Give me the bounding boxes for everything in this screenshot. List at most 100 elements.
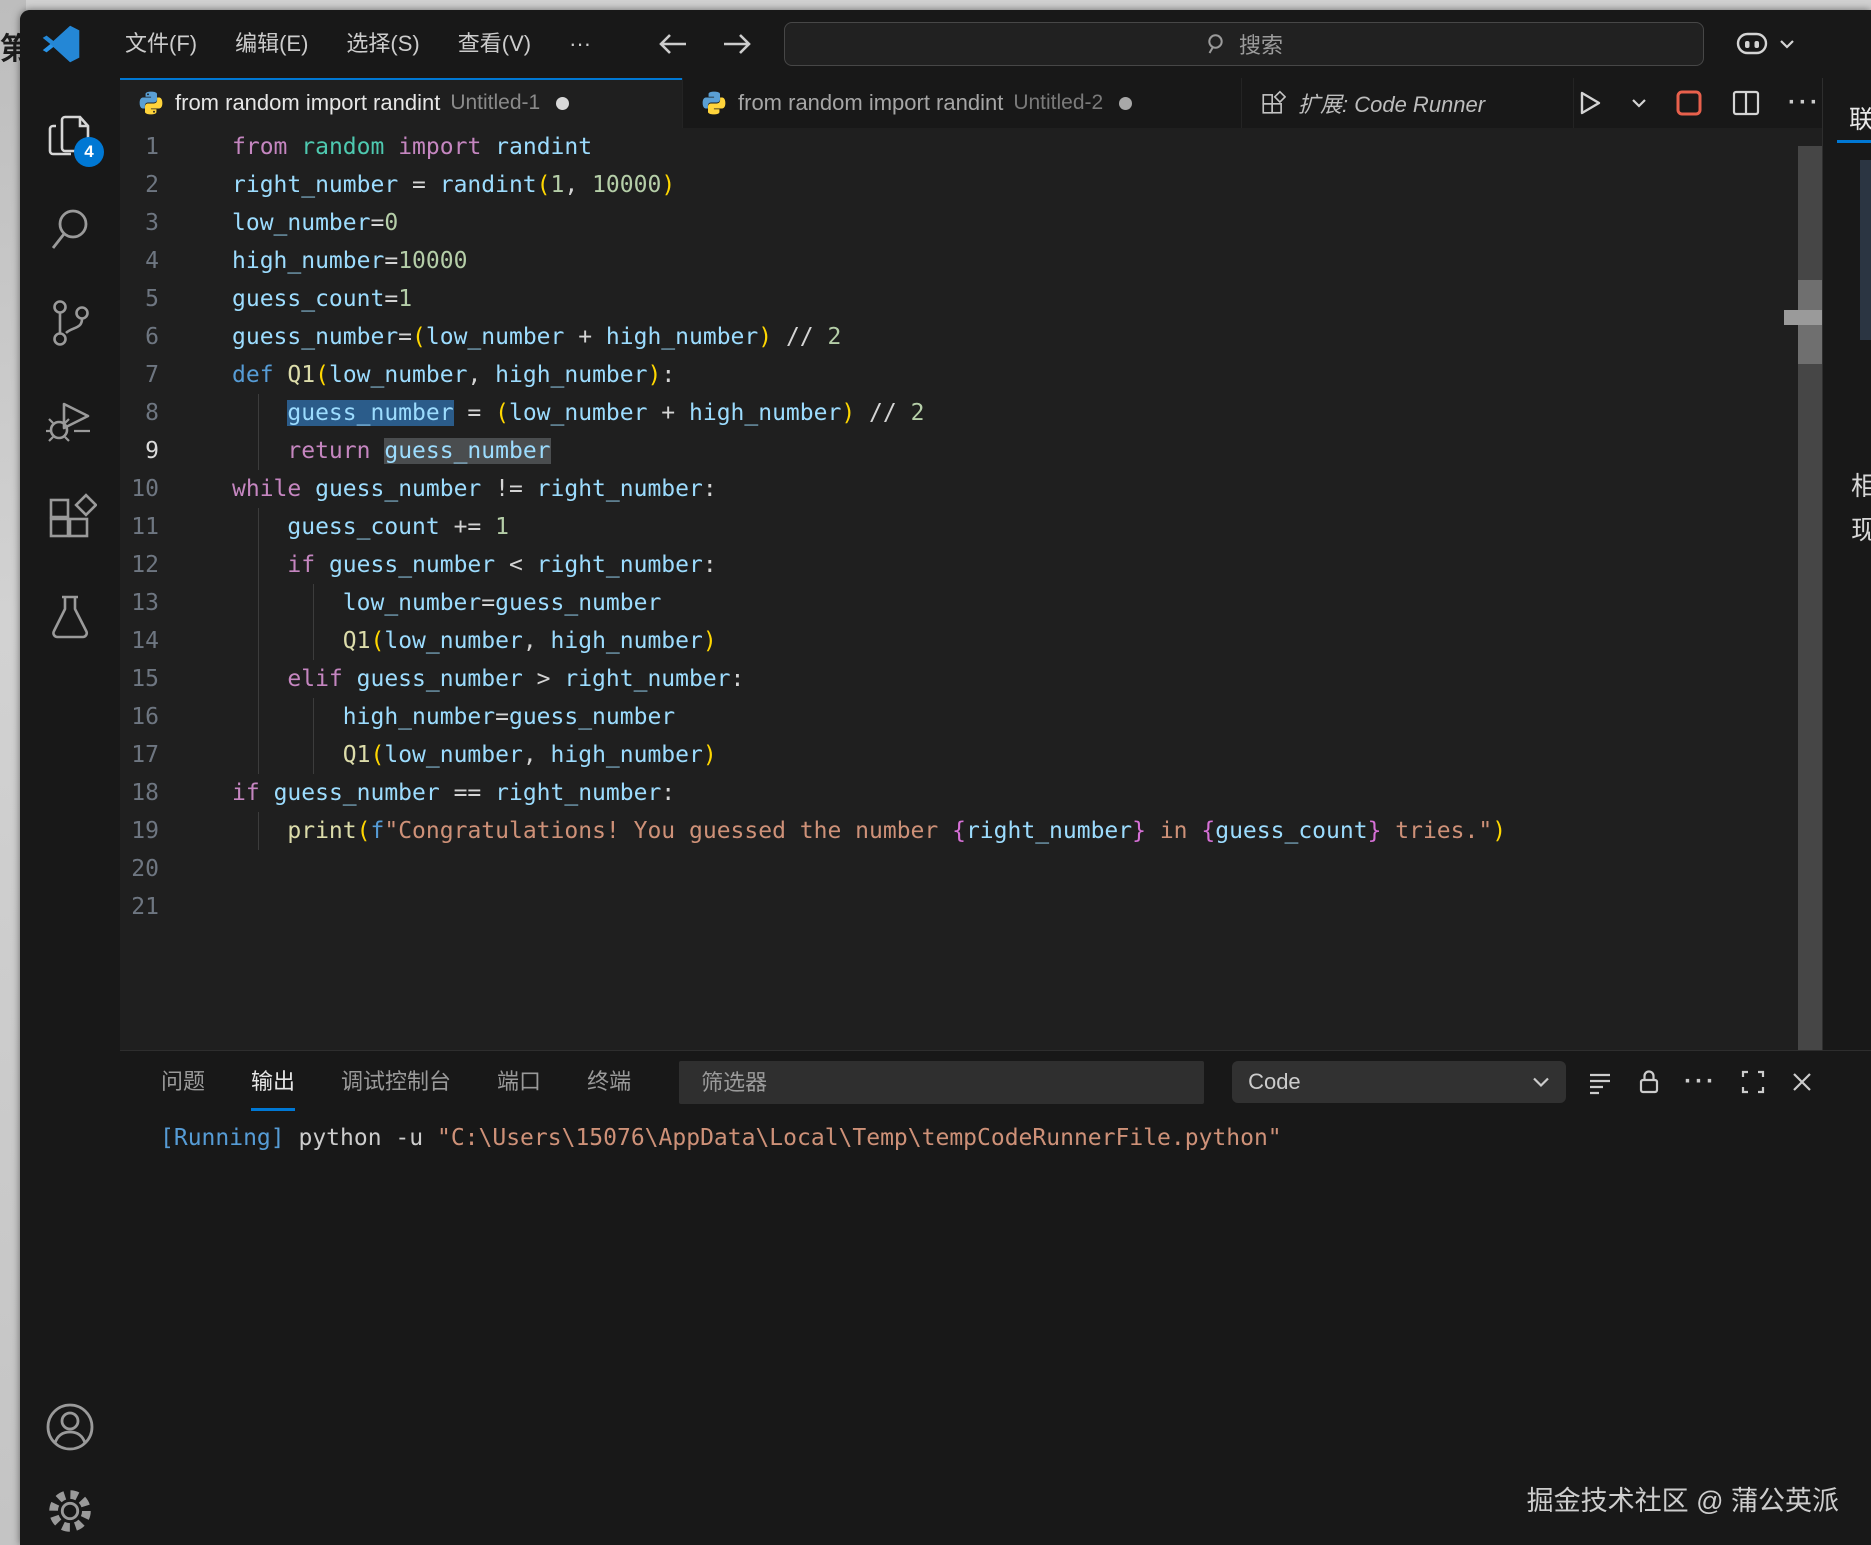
code-line[interactable]: 3low_number=0: [120, 204, 1822, 242]
code-lines: 1from random import randint2right_number…: [120, 128, 1822, 926]
code-line[interactable]: 14 Q1(low_number, high_number): [120, 622, 1822, 660]
menu-selection[interactable]: 选择(S): [327, 22, 438, 66]
extension-tab-icon: [1260, 90, 1286, 116]
copilot-button[interactable]: [1732, 28, 1796, 60]
secondary-partial-text: 相: [1851, 466, 1871, 503]
menu-more[interactable]: ···: [550, 22, 610, 66]
code-line[interactable]: 11 guess_count += 1: [120, 508, 1822, 546]
code-line[interactable]: 9 return guess_number: [120, 432, 1822, 470]
code-line[interactable]: 12 if guess_number < right_number:: [120, 546, 1822, 584]
indent-guide: [258, 812, 259, 850]
code-editor[interactable]: 1from random import randint2right_number…: [120, 128, 1822, 1050]
secondary-tab-active-underline: [1837, 140, 1871, 143]
forward-arrow-icon[interactable]: [720, 29, 754, 59]
modified-dot-icon[interactable]: [1119, 97, 1132, 110]
close-panel-icon[interactable]: [1789, 1069, 1815, 1095]
maximize-panel-icon[interactable]: [1739, 1068, 1767, 1096]
testing-icon[interactable]: [42, 588, 98, 646]
code-line[interactable]: 17 Q1(low_number, high_number): [120, 736, 1822, 774]
panel-header: 问题 输出 调试控制台 端口 终端 筛选器 Code ···: [120, 1051, 1871, 1113]
chevron-down-icon: [1778, 38, 1796, 50]
indent-guide: [313, 698, 314, 774]
menu-view[interactable]: 查看(V): [439, 22, 550, 66]
tab-untitled-1[interactable]: from random import randint Untitled-1: [120, 78, 683, 128]
code-line[interactable]: 5guess_count=1: [120, 280, 1822, 318]
chevron-down-icon: [1532, 1076, 1550, 1088]
output-channel-value: Code: [1248, 1069, 1532, 1095]
panel-tab-problems[interactable]: 问题: [161, 1051, 205, 1113]
run-code-button[interactable]: [1574, 88, 1604, 118]
run-dropdown-chevron-icon[interactable]: [1631, 97, 1647, 109]
line-number: 13: [120, 584, 182, 622]
line-number: 1: [120, 128, 182, 166]
code-line[interactable]: 15 elif guess_number > right_number:: [120, 660, 1822, 698]
code-line[interactable]: 2right_number = randint(1, 10000): [120, 166, 1822, 204]
code-line[interactable]: 10while guess_number != right_number:: [120, 470, 1822, 508]
explorer-icon[interactable]: 4: [42, 105, 98, 163]
settings-gear-icon[interactable]: [42, 1482, 98, 1540]
line-number: 9: [120, 432, 182, 470]
vscode-window: 文件(F) 编辑(E) 选择(S) 查看(V) ··· 搜索: [20, 10, 1871, 1545]
code-line[interactable]: 19 print(f"Congratulations! You guessed …: [120, 812, 1822, 850]
code-line[interactable]: 4high_number=10000: [120, 242, 1822, 280]
line-number: 6: [120, 318, 182, 356]
title-bar: 文件(F) 编辑(E) 选择(S) 查看(V) ··· 搜索: [20, 10, 1871, 78]
line-number: 19: [120, 812, 182, 850]
tab-untitled-2[interactable]: from random import randint Untitled-2: [683, 78, 1242, 128]
extensions-icon[interactable]: [42, 488, 98, 546]
vscode-logo-icon: [42, 25, 80, 63]
indent-guide: [258, 394, 259, 470]
menu-file[interactable]: 文件(F): [106, 22, 216, 66]
search-input[interactable]: 搜索: [784, 22, 1704, 66]
line-number: 17: [120, 736, 182, 774]
panel-tab-ports[interactable]: 端口: [497, 1051, 541, 1113]
code-line[interactable]: 13 low_number=guess_number: [120, 584, 1822, 622]
line-number: 4: [120, 242, 182, 280]
line-number: 10: [120, 470, 182, 508]
back-arrow-icon[interactable]: [656, 29, 690, 59]
output-channel-select[interactable]: Code: [1232, 1061, 1566, 1103]
tab-title: from random import randint: [175, 90, 440, 116]
code-line[interactable]: 16 high_number=guess_number: [120, 698, 1822, 736]
line-number: 11: [120, 508, 182, 546]
bottom-panel: 问题 输出 调试控制台 端口 终端 筛选器 Code ···: [120, 1050, 1871, 1545]
code-line[interactable]: 8 guess_number = (low_number + high_numb…: [120, 394, 1822, 432]
split-editor-button[interactable]: [1731, 88, 1761, 118]
code-line[interactable]: 1from random import randint: [120, 128, 1822, 166]
panel-tab-debug-console[interactable]: 调试控制台: [341, 1051, 451, 1113]
run-debug-icon[interactable]: [42, 389, 98, 447]
code-line[interactable]: 7def Q1(low_number, high_number):: [120, 356, 1822, 394]
output-filter-input[interactable]: 筛选器: [679, 1061, 1204, 1104]
account-icon[interactable]: [42, 1398, 98, 1456]
copilot-icon: [1732, 28, 1772, 60]
line-number: 2: [120, 166, 182, 204]
indent-guide: [313, 584, 314, 660]
secondary-tab[interactable]: 联: [1849, 100, 1871, 136]
lock-scroll-icon[interactable]: [1636, 1068, 1662, 1096]
secondary-editor-group: 联 相 现: [1822, 78, 1871, 1050]
tab-title: 扩展: Code Runner: [1298, 87, 1485, 119]
stop-button[interactable]: [1674, 88, 1704, 118]
panel-more-actions-button[interactable]: ···: [1684, 1068, 1717, 1096]
tab-detail: Untitled-2: [1013, 91, 1103, 115]
modified-dot-icon[interactable]: [556, 97, 569, 110]
code-line[interactable]: 21: [120, 888, 1822, 926]
python-icon: [701, 90, 727, 116]
secondary-scrollbar-thumb[interactable]: [1860, 160, 1871, 340]
menu-edit[interactable]: 编辑(E): [216, 22, 327, 66]
panel-tab-terminal[interactable]: 终端: [587, 1051, 631, 1113]
more-actions-button[interactable]: ···: [1788, 89, 1821, 117]
code-line[interactable]: 20: [120, 850, 1822, 888]
panel-tab-output[interactable]: 输出: [251, 1051, 295, 1113]
code-line[interactable]: 6guess_number=(low_number + high_number)…: [120, 318, 1822, 356]
code-line[interactable]: 18if guess_number == right_number:: [120, 774, 1822, 812]
scrollbar-marker: [1784, 310, 1822, 325]
tab-code-runner-extension[interactable]: 扩展: Code Runner: [1242, 78, 1574, 128]
clear-output-icon[interactable]: [1586, 1068, 1614, 1096]
search-activity-icon[interactable]: [42, 200, 98, 258]
line-number: 3: [120, 204, 182, 242]
panel-actions: ···: [1586, 1068, 1815, 1096]
line-number: 8: [120, 394, 182, 432]
editor-actions: ···: [1574, 78, 1839, 128]
source-control-icon[interactable]: [42, 294, 98, 352]
